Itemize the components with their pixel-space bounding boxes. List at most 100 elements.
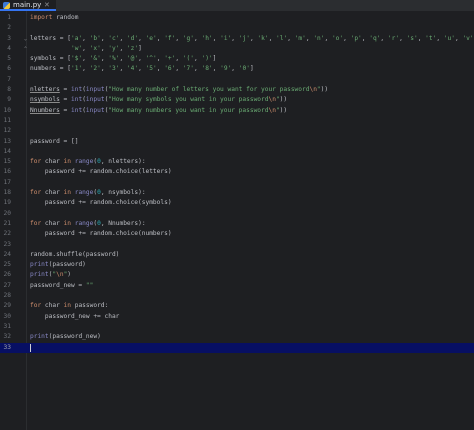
line-number: 28: [3, 292, 11, 300]
code-line[interactable]: 12: [0, 126, 474, 136]
code-editor[interactable]: 1 import random 2 3 ⌄ letters = ['a', 'b', 'c…: [0, 13, 474, 353]
fold-open-icon[interactable]: ⌄: [24, 36, 27, 42]
line-number: 4: [7, 44, 11, 52]
code-token: ]: [212, 55, 217, 63]
code-line[interactable]: 7: [0, 75, 474, 85]
code-line[interactable]: 29 for char in password:: [0, 301, 474, 311]
code-text: nletters = int(input("How many number of…: [30, 85, 328, 95]
code-line[interactable]: 15 for char in range(0, nletters):: [0, 157, 474, 167]
code-token: password += random.choice(numbers): [30, 230, 172, 238]
code-token: input: [85, 106, 105, 114]
code-line[interactable]: 33: [0, 342, 474, 353]
code-token: char: [41, 302, 64, 310]
code-token: 'x': [89, 44, 101, 52]
code-line[interactable]: 14: [0, 147, 474, 157]
code-text: import random: [30, 13, 78, 23]
code-token: ,: [287, 34, 295, 42]
code-line[interactable]: 9 nsymbols = int(input("How many symbols …: [0, 95, 474, 105]
code-token: 'a': [70, 34, 83, 42]
code-text: letters = ['a', 'b', 'c', 'd', 'e', 'f',…: [30, 34, 474, 44]
code-token: ]: [138, 44, 142, 52]
code-token: numbers = [: [30, 65, 71, 73]
code-token: ,: [82, 65, 90, 73]
code-line[interactable]: 13 password = []: [0, 137, 474, 147]
code-token: '@': [126, 55, 139, 63]
code-token: import: [30, 14, 53, 21]
close-icon[interactable]: ✕: [44, 0, 50, 11]
code-text: symbols = ['$', '&', '%', '@', '^', '+',…: [30, 54, 216, 64]
code-text: for char in range(0, Nnumbers):: [30, 219, 146, 229]
code-token: in: [63, 189, 71, 197]
code-token: '4': [126, 65, 139, 73]
code-token: for: [30, 219, 42, 227]
code-line[interactable]: 32 print(password_new): [0, 332, 474, 342]
code-token: password:: [71, 302, 109, 310]
code-line[interactable]: 5 symbols = ['$', '&', '%', '@', '^', '+'…: [0, 54, 474, 64]
code-token: (password): [48, 261, 86, 269]
code-line[interactable]: 19 password += random.choice(symbols): [0, 198, 474, 208]
line-number: 33: [3, 343, 11, 351]
code-line[interactable]: 11: [0, 116, 474, 126]
code-token: range: [74, 219, 94, 227]
code-line[interactable]: 25 print(password): [0, 260, 474, 270]
code-token: ,: [119, 55, 127, 63]
text-caret: [30, 343, 31, 352]
code-token: )): [279, 106, 288, 114]
code-token: 'e': [145, 34, 157, 42]
code-line[interactable]: 31: [0, 322, 474, 332]
code-token: ,: [82, 44, 90, 52]
code-line[interactable]: 3 ⌄ letters = ['a', 'b', 'c', 'd', 'e', 'f…: [0, 34, 474, 44]
code-line[interactable]: 17: [0, 178, 474, 188]
code-line[interactable]: 26 print("\n"): [0, 270, 474, 280]
code-line[interactable]: 23: [0, 240, 474, 250]
line-number: 13: [3, 137, 11, 145]
code-token: ,: [138, 65, 146, 73]
code-token: '6': [164, 65, 176, 73]
tab-main-py[interactable]: main.py ✕: [0, 0, 56, 11]
code-line[interactable]: 27 password_new = "": [0, 281, 474, 291]
code-line[interactable]: 20: [0, 209, 474, 219]
code-line[interactable]: 16 password += random.choice(letters): [0, 167, 474, 177]
code-token: \n: [56, 271, 64, 279]
editor-tab-bar: main.py ✕: [0, 0, 474, 11]
code-token: random.shuffle(password): [30, 250, 120, 258]
code-token: '8': [201, 65, 213, 73]
code-line[interactable]: 28: [0, 291, 474, 301]
fold-close-icon[interactable]: ⌃: [24, 46, 27, 52]
code-token: , nletters):: [100, 158, 146, 166]
code-line[interactable]: 24 random.shuffle(password): [0, 250, 474, 260]
code-line[interactable]: 1 import random: [0, 13, 474, 23]
code-line[interactable]: 22 password += random.choice(numbers): [0, 229, 474, 239]
code-token: ,: [175, 34, 183, 42]
code-token: 'b': [89, 34, 101, 42]
code-token: 'm': [294, 34, 306, 42]
code-token: print: [30, 261, 49, 269]
line-number: 22: [3, 230, 11, 238]
code-token: 'z': [126, 44, 139, 52]
code-line[interactable]: 8 nletters = int(input("How many number o…: [0, 85, 474, 95]
code-token: 'j': [238, 34, 250, 42]
code-line[interactable]: 2: [0, 23, 474, 33]
code-token: '0': [238, 65, 250, 73]
code-token: ]: [249, 65, 254, 73]
code-token: ,: [138, 55, 146, 63]
code-token: print: [30, 333, 49, 341]
code-token: print: [30, 271, 49, 279]
line-number: 9: [7, 96, 11, 104]
code-token: int: [71, 86, 83, 94]
code-token: , nsymbols):: [100, 189, 146, 197]
code-line[interactable]: 6 numbers = ['1', '2', '3', '4', '5', '6'…: [0, 64, 474, 74]
code-token: password += random.choice(letters): [30, 168, 172, 176]
code-token: range: [74, 158, 94, 166]
code-line[interactable]: 21 for char in range(0, Nnumbers):: [0, 219, 474, 229]
code-line[interactable]: 10 Nnumbers = int(input("How many numbers…: [0, 106, 474, 116]
code-token: ,: [231, 34, 239, 42]
code-line[interactable]: 4 ⌃ 'w', 'x', 'y', 'z']: [0, 44, 474, 54]
code-text: for char in range(0, nletters):: [30, 157, 146, 167]
code-line[interactable]: 18 for char in range(0, nsymbols):: [0, 188, 474, 198]
code-line[interactable]: 30 password_new += char: [0, 312, 474, 322]
code-token: "How many numbers you want in your passw…: [108, 106, 269, 114]
code-token: 'g': [182, 34, 195, 42]
line-number: 30: [3, 312, 11, 320]
line-number: 18: [3, 189, 11, 197]
